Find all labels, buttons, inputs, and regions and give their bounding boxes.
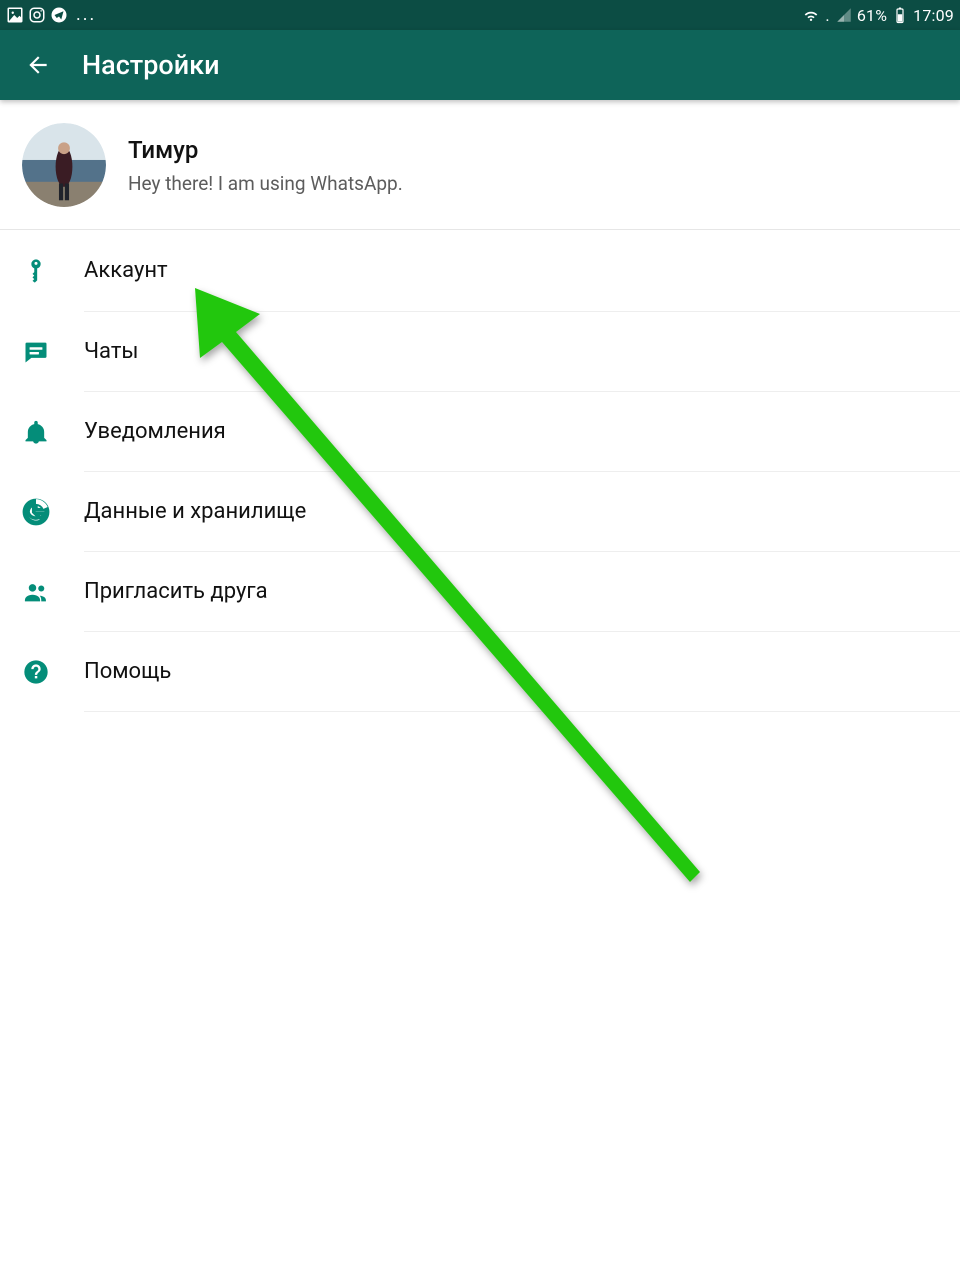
profile-row[interactable]: Тимур Hey there! I am using WhatsApp. <box>0 100 960 230</box>
settings-list: Аккаунт Чаты Уведомления Данные и хранил… <box>0 230 960 712</box>
status-left: ... <box>6 6 802 24</box>
data-icon <box>22 498 84 526</box>
status-right: . 61% 17:09 <box>802 6 954 25</box>
settings-item-label: Чаты <box>84 312 960 392</box>
battery-icon <box>891 6 909 24</box>
settings-item-label: Помощь <box>84 632 960 712</box>
settings-item-notifications[interactable]: Уведомления <box>0 392 960 472</box>
settings-item-data[interactable]: Данные и хранилище <box>0 472 960 552</box>
avatar <box>22 123 106 207</box>
telegram-icon <box>50 6 68 24</box>
help-icon <box>22 658 84 686</box>
gallery-icon <box>6 6 24 24</box>
profile-text: Тимур Hey there! I am using WhatsApp. <box>106 134 403 195</box>
settings-item-label: Уведомления <box>84 392 960 472</box>
page-title: Настройки <box>82 49 220 81</box>
status-dot-icon: . <box>824 6 830 25</box>
profile-name: Тимур <box>128 134 403 168</box>
settings-item-chats[interactable]: Чаты <box>0 312 960 392</box>
signal-icon <box>835 6 853 24</box>
settings-item-help[interactable]: Помощь <box>0 632 960 712</box>
back-arrow-icon <box>25 52 51 78</box>
back-button[interactable] <box>12 39 64 91</box>
settings-item-label: Пригласить друга <box>84 552 960 632</box>
people-icon <box>22 578 84 606</box>
settings-item-label: Данные и хранилище <box>84 472 960 552</box>
settings-item-label: Аккаунт <box>84 230 960 312</box>
instagram-icon <box>28 6 46 24</box>
key-icon <box>22 257 84 285</box>
settings-item-invite[interactable]: Пригласить друга <box>0 552 960 632</box>
status-bar: ... . 61% 17:09 <box>0 0 960 30</box>
chat-icon <box>22 338 84 366</box>
battery-percent: 61% <box>857 6 887 25</box>
profile-status: Hey there! I am using WhatsApp. <box>128 172 403 195</box>
clock: 17:09 <box>913 6 954 25</box>
status-more-icon: ... <box>72 6 96 24</box>
settings-item-account[interactable]: Аккаунт <box>0 230 960 312</box>
bell-icon <box>22 418 84 446</box>
app-bar: Настройки <box>0 30 960 100</box>
wifi-icon <box>802 6 820 24</box>
